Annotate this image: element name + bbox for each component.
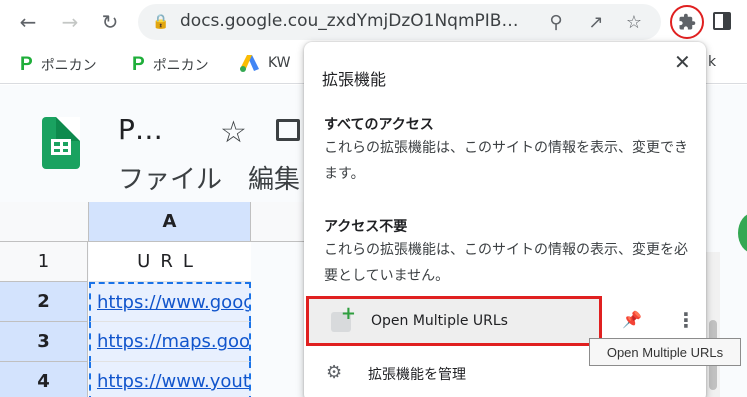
row-header[interactable]: 4 bbox=[0, 362, 88, 397]
share-icon[interactable]: ↗ bbox=[583, 9, 609, 35]
bookmark-favicon-icon: P bbox=[20, 54, 33, 75]
menu-bar: ファイル 編集 bbox=[118, 159, 300, 196]
bookmark-overflow-text: k bbox=[708, 54, 717, 70]
puzzle-icon bbox=[679, 13, 696, 30]
bookmark-star-icon[interactable]: ☆ bbox=[621, 9, 647, 35]
bookmark-item[interactable]: P ポニカン bbox=[20, 54, 97, 76]
full-access-heading: すべてのアクセス bbox=[324, 117, 434, 133]
row-header[interactable]: 1 bbox=[0, 242, 88, 282]
back-arrow-icon[interactable]: ← bbox=[14, 8, 42, 36]
table-cell[interactable]: URL bbox=[89, 242, 251, 282]
open-multiple-urls-icon bbox=[331, 303, 356, 332]
address-bar[interactable]: 🔒 docs.google.cou_zxdYmjDzO1NqmPIB… ⚲ ↗ … bbox=[138, 4, 661, 40]
bookmark-favicon-icon: P bbox=[132, 54, 145, 75]
forward-arrow-icon[interactable]: → bbox=[56, 8, 84, 36]
sheets-logo-icon[interactable] bbox=[42, 117, 80, 169]
table-cell-link[interactable]: https://maps.google bbox=[89, 322, 251, 362]
popup-title: 拡張機能 bbox=[322, 70, 387, 89]
bookmark-item[interactable]: KW bbox=[240, 54, 291, 72]
extension-name: Open Multiple URLs bbox=[371, 313, 508, 329]
zoom-icon[interactable]: ⚲ bbox=[543, 9, 569, 35]
side-panel-icon[interactable] bbox=[713, 12, 731, 30]
extensions-puzzle-button[interactable] bbox=[670, 5, 704, 39]
bookmark-label: ポニカン bbox=[40, 58, 97, 74]
no-access-heading: アクセス不要 bbox=[324, 219, 408, 235]
menu-edit[interactable]: 編集 bbox=[248, 159, 300, 196]
row-header[interactable]: 3 bbox=[0, 322, 88, 362]
no-access-description: これらの拡張機能は、このサイトの情報の表示、変更を必要としていません。 bbox=[324, 242, 688, 284]
google-ads-icon bbox=[240, 55, 259, 72]
row-header[interactable]: 2 bbox=[0, 282, 88, 322]
manage-extensions-label: 拡張機能を管理 bbox=[368, 367, 466, 383]
extension-item[interactable]: Open Multiple URLs bbox=[306, 296, 602, 346]
star-icon[interactable]: ☆ bbox=[220, 115, 247, 150]
full-access-description: これらの拡張機能は、このサイトの情報を表示、変更できます。 bbox=[324, 140, 688, 182]
column-header-b[interactable] bbox=[251, 202, 311, 242]
bookmark-label: KW bbox=[268, 55, 291, 71]
lock-icon[interactable]: 🔒 bbox=[148, 9, 174, 35]
column-header-a[interactable]: A bbox=[89, 202, 251, 242]
browser-toolbar: ← → ↻ 🔒 docs.google.cou_zxdYmjDzO1NqmPIB… bbox=[0, 0, 747, 46]
table-cell-link[interactable]: https://www.youtub bbox=[89, 362, 251, 397]
menu-file[interactable]: ファイル bbox=[118, 159, 222, 196]
bookmark-label: ポニカン bbox=[152, 58, 209, 74]
url-text[interactable]: docs.google.cou_zxdYmjDzO1NqmPIB… bbox=[180, 11, 540, 31]
close-icon[interactable]: ✕ bbox=[674, 50, 691, 74]
document-title[interactable]: P… bbox=[118, 113, 163, 146]
gear-icon: ⚙ bbox=[326, 362, 343, 383]
extension-tooltip: Open Multiple URLs bbox=[589, 338, 741, 366]
move-folder-icon[interactable] bbox=[276, 119, 300, 141]
table-cell-link[interactable]: https://www.google.co bbox=[89, 282, 251, 322]
more-options-icon[interactable]: ⋮ bbox=[676, 308, 696, 332]
select-all-corner[interactable] bbox=[0, 202, 89, 242]
pin-icon[interactable]: 📌 bbox=[622, 310, 642, 329]
bookmark-item[interactable]: P ポニカン bbox=[132, 54, 209, 76]
reload-icon[interactable]: ↻ bbox=[96, 8, 124, 36]
